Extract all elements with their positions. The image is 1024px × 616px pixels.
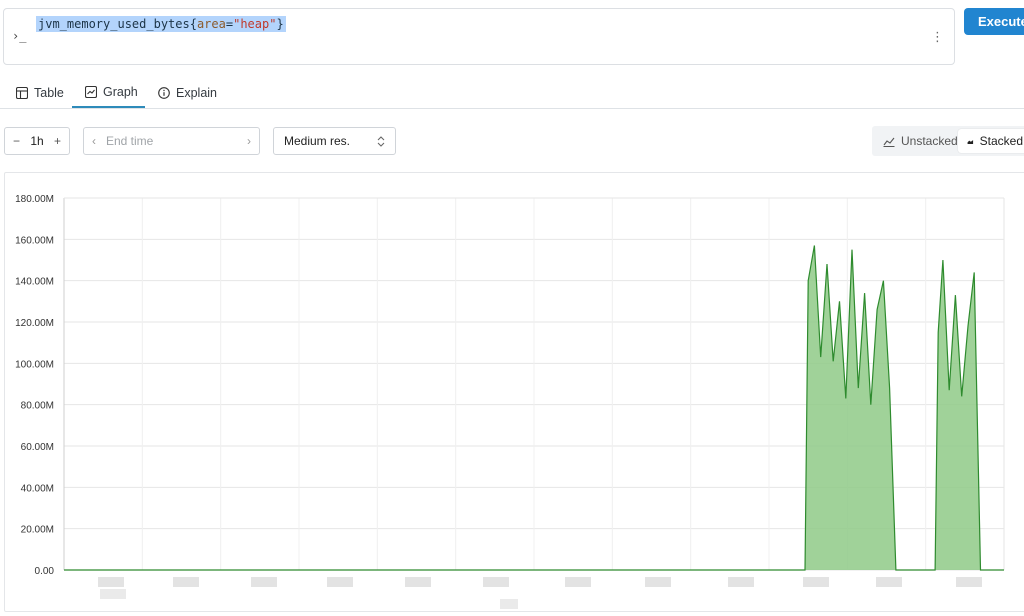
unstacked-button[interactable]: Unstacked (874, 129, 967, 153)
y-tick-label: 120.00M (15, 318, 54, 329)
stack-toggle-group: Unstacked Stacked (872, 126, 1024, 156)
query-metric: jvm_memory_used_bytes (38, 17, 190, 31)
x-tick-label-obscured (100, 589, 126, 599)
y-tick-label: 0.00 (35, 566, 55, 577)
x-tick-label-obscured (728, 577, 754, 587)
execute-button[interactable]: Execute (964, 8, 1024, 35)
tab-explain[interactable]: Explain (158, 78, 218, 108)
chevron-left-icon[interactable]: ‹ (92, 134, 96, 148)
more-options-icon[interactable]: ⋮ (931, 30, 944, 43)
x-tick-label-obscured (327, 577, 353, 587)
line-chart-icon (883, 137, 895, 147)
panel-tabs: Table Graph Explain (0, 78, 1024, 109)
stacked-button[interactable]: Stacked (958, 129, 1024, 153)
y-tick-label: 40.00M (21, 483, 54, 494)
tab-explain-label: Explain (176, 86, 217, 100)
x-tick-label-obscured (876, 577, 902, 587)
tab-graph[interactable]: Graph (72, 78, 145, 108)
resolution-label: Medium res. (284, 134, 351, 148)
end-time-input[interactable]: End time (106, 134, 247, 148)
y-tick-label: 60.00M (21, 442, 54, 453)
x-tick-label-obscured (405, 577, 431, 587)
area-chart-icon (967, 139, 974, 144)
decrease-range-button[interactable]: − (13, 134, 20, 148)
increase-range-button[interactable]: + (54, 134, 61, 148)
x-tick-label-obscured (251, 577, 277, 587)
resolution-select[interactable]: Medium res. (273, 127, 396, 155)
memory-graph[interactable]: 0.00 20.00M 40.00M 60.00M 80.00M 100.00M 120.0… (5, 173, 1024, 611)
y-tick-label: 80.00M (21, 401, 54, 412)
y-tick-label: 180.00M (15, 194, 54, 205)
x-tick-label-obscured (98, 577, 124, 587)
query-open-brace: { (189, 17, 197, 31)
series-area (805, 245, 989, 570)
stacked-label: Stacked (979, 134, 1023, 148)
query-equals: = (225, 17, 234, 31)
prompt-icon: ›_ (12, 29, 27, 43)
graph-icon (85, 86, 97, 98)
x-tick-label-obscured (645, 577, 671, 587)
query-text[interactable]: jvm_memory_used_bytes{area="heap"} (36, 16, 286, 32)
tab-table[interactable]: Table (16, 78, 66, 108)
info-icon (158, 87, 170, 99)
y-tick-label: 160.00M (15, 235, 54, 246)
y-tick-label: 20.00M (21, 525, 54, 536)
query-editor[interactable]: ›_ jvm_memory_used_bytes{area="heap"} ⋮ (3, 8, 955, 65)
y-tick-label: 140.00M (15, 277, 54, 288)
y-tick-label: 100.00M (15, 359, 54, 370)
x-tick-label-obscured (565, 577, 591, 587)
end-time-group: ‹ End time › (83, 127, 260, 155)
query-label-name: area (196, 17, 226, 31)
x-tick-label-obscured (803, 577, 829, 587)
x-tick-label-obscured (500, 599, 518, 609)
query-close-brace: } (276, 17, 284, 31)
x-tick-label-obscured (173, 577, 199, 587)
select-arrows-icon (377, 135, 385, 147)
graph-panel: 0.00 20.00M 40.00M 60.00M 80.00M 100.00M 120.0… (4, 172, 1024, 612)
tab-table-label: Table (34, 86, 64, 100)
tab-graph-label: Graph (103, 85, 138, 99)
x-tick-label-obscured (483, 577, 509, 587)
range-input-group: − 1h + (4, 127, 70, 155)
x-tick-label-obscured (956, 577, 982, 587)
unstacked-label: Unstacked (901, 134, 958, 148)
chevron-right-icon[interactable]: › (247, 134, 251, 148)
table-icon (16, 87, 28, 99)
range-input[interactable]: 1h (30, 134, 43, 148)
query-label-value: "heap" (233, 17, 277, 31)
